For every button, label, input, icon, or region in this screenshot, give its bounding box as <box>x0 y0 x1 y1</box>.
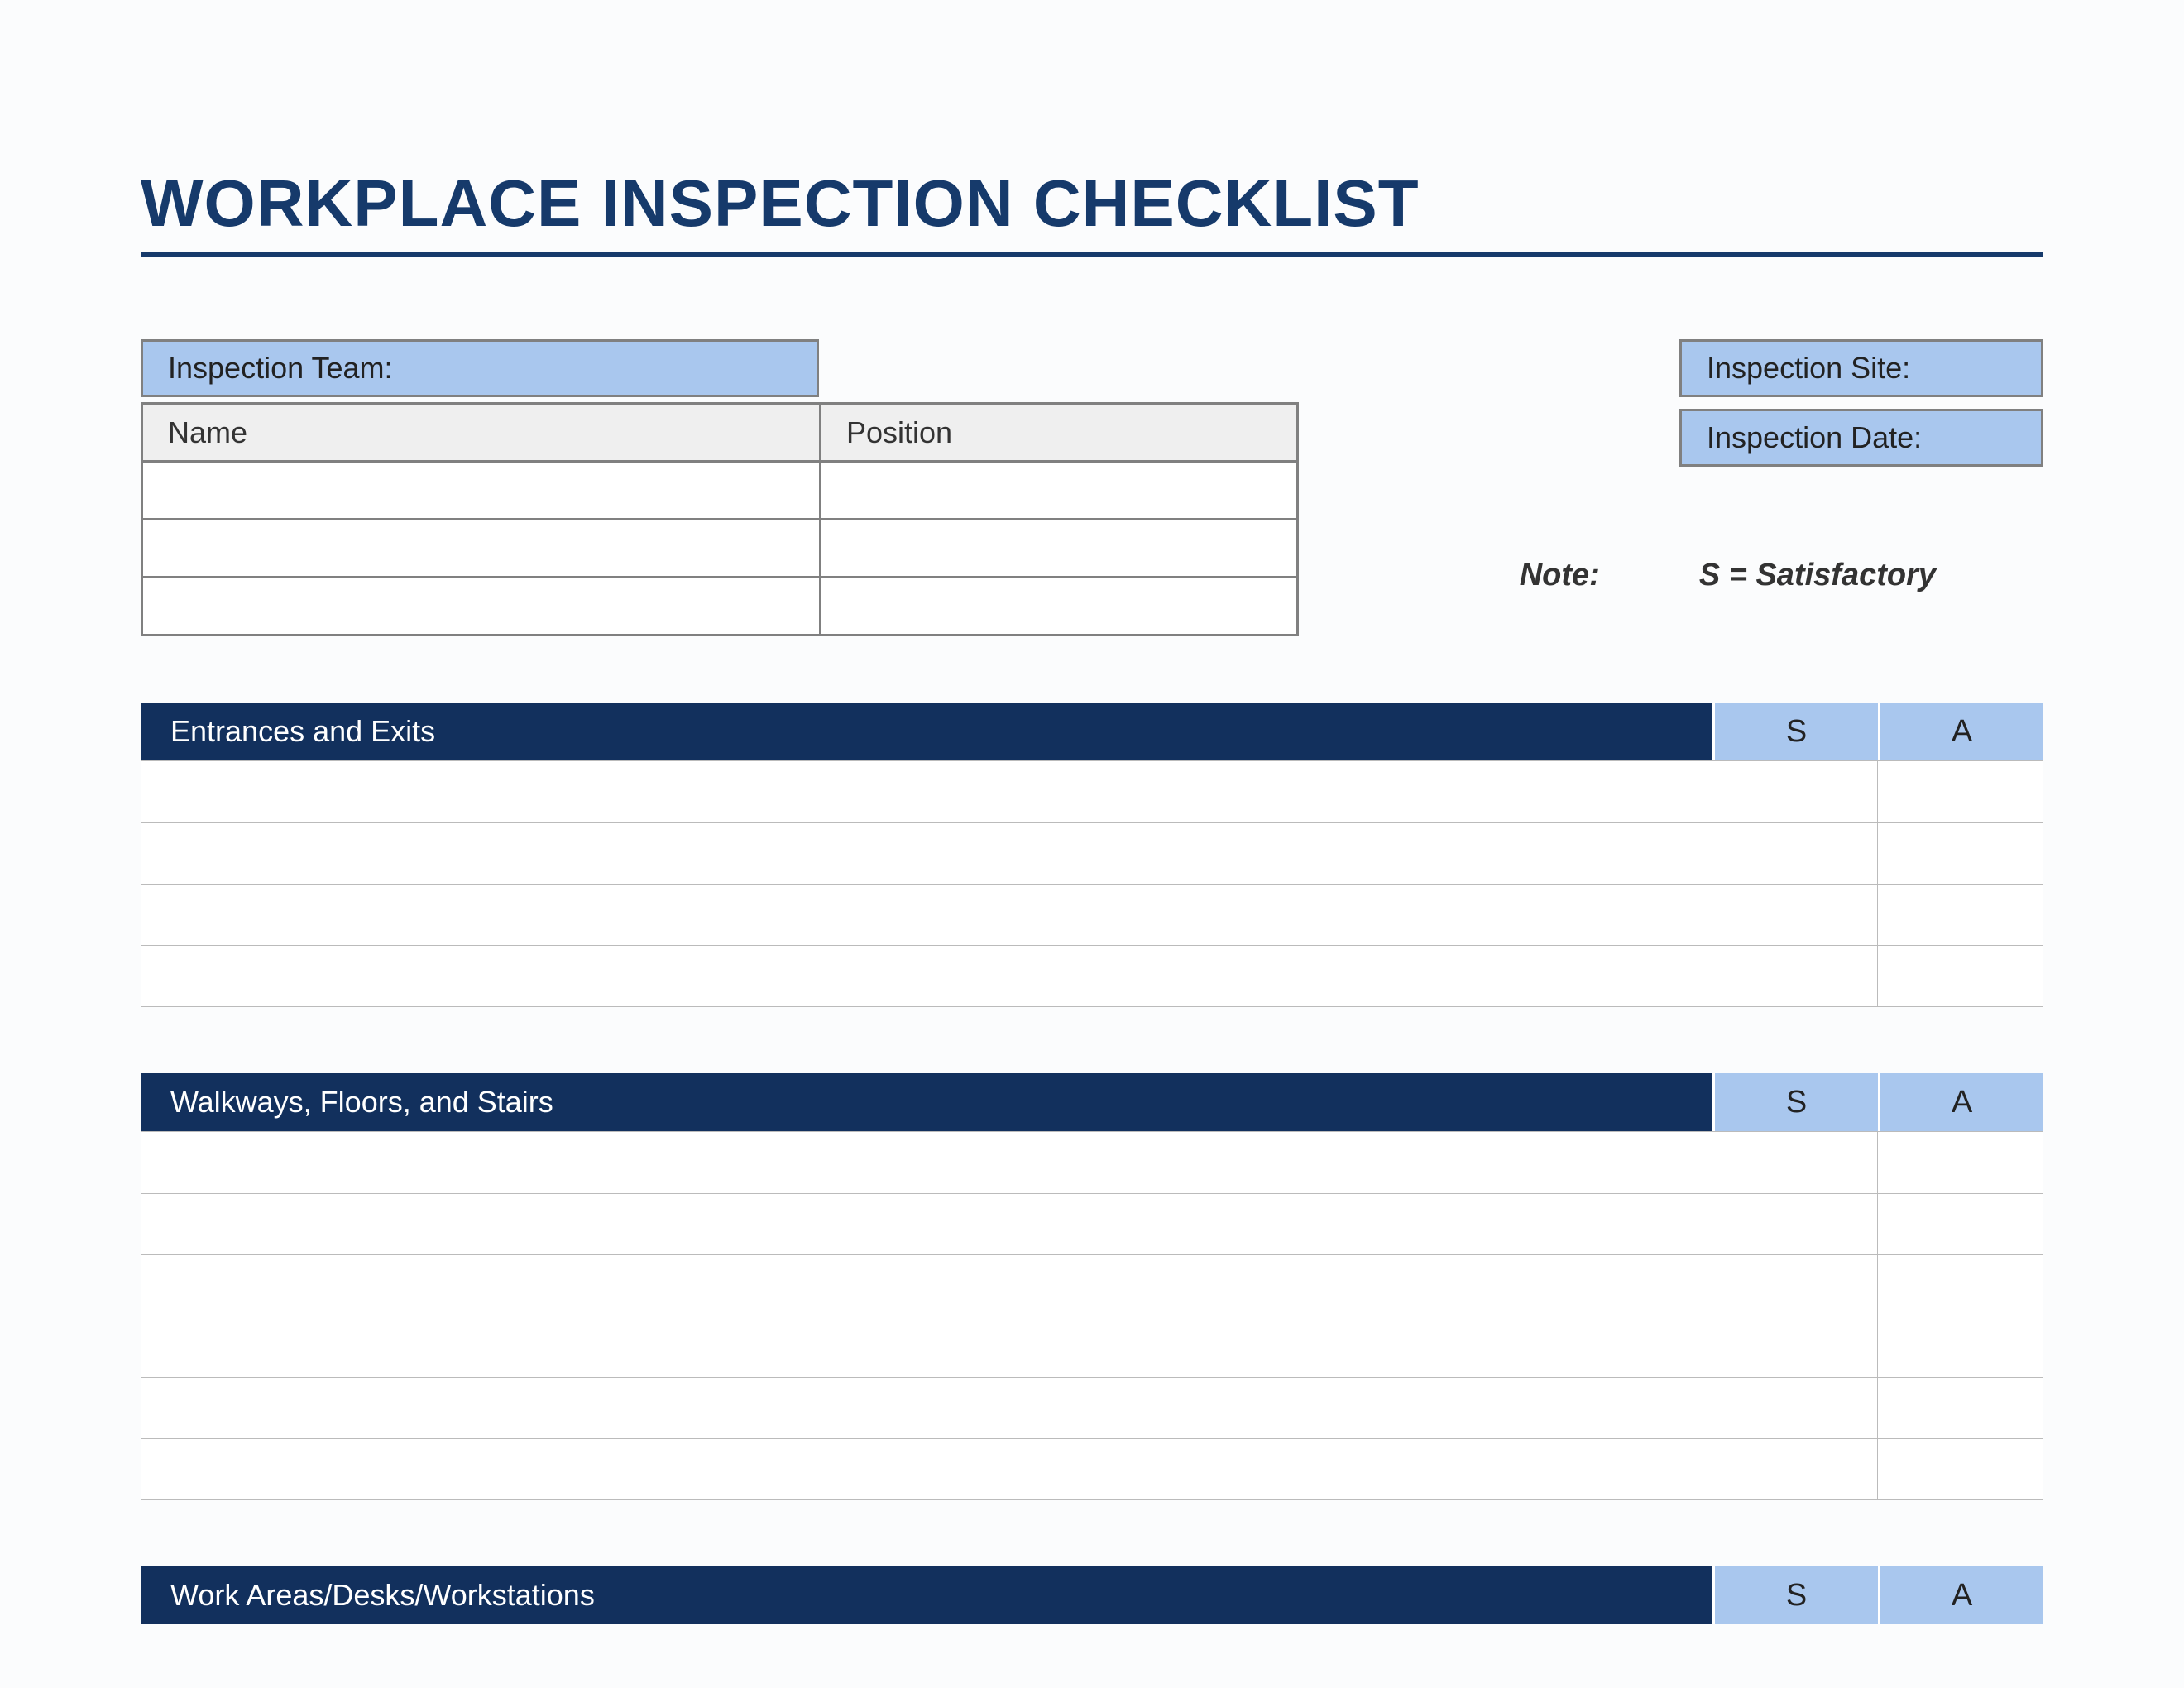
col-s: S <box>1712 1073 1878 1131</box>
checklist-row[interactable] <box>141 1193 2043 1254</box>
inspection-team-label: Inspection Team: <box>141 339 819 397</box>
checklist-row[interactable] <box>141 1132 2043 1193</box>
section-body <box>141 1131 2043 1500</box>
col-a: A <box>1878 703 2043 760</box>
col-a: A <box>1878 1566 2043 1624</box>
note-label: Note: <box>1520 558 1600 593</box>
table-row[interactable] <box>142 520 1298 578</box>
section: Entrances and Exits S A <box>141 703 2043 1007</box>
checklist-row[interactable] <box>141 884 2043 945</box>
checklist-row[interactable] <box>141 945 2043 1006</box>
checklist-row[interactable] <box>141 1316 2043 1377</box>
checklist-row[interactable] <box>141 822 2043 884</box>
checklist-row[interactable] <box>141 761 2043 822</box>
team-table: Name Position <box>141 402 1299 636</box>
inspection-site-label: Inspection Site: <box>1679 339 2043 397</box>
section: Walkways, Floors, and Stairs S A <box>141 1073 2043 1500</box>
col-s: S <box>1712 1566 1878 1624</box>
section-title: Walkways, Floors, and Stairs <box>141 1073 1712 1131</box>
checklist-row[interactable] <box>141 1254 2043 1316</box>
section-title: Work Areas/Desks/Workstations <box>141 1566 1712 1624</box>
position-header: Position <box>821 404 1298 462</box>
note-row: Note: S = Satisfactory <box>1456 558 2043 593</box>
section-body <box>141 760 2043 1007</box>
info-area: Inspection Team: Name Position Inspectio… <box>141 339 2043 636</box>
page-title: WORKPLACE INSPECTION CHECKLIST <box>141 165 2043 257</box>
col-a: A <box>1878 1073 2043 1131</box>
section-title: Entrances and Exits <box>141 703 1712 760</box>
col-s: S <box>1712 703 1878 760</box>
checklist-row[interactable] <box>141 1438 2043 1499</box>
note-value: S = Satisfactory <box>1699 558 1936 593</box>
checklist-row[interactable] <box>141 1377 2043 1438</box>
table-row[interactable] <box>142 462 1298 520</box>
name-header: Name <box>142 404 821 462</box>
inspection-date-label: Inspection Date: <box>1679 409 2043 467</box>
section: Work Areas/Desks/Workstations S A <box>141 1566 2043 1624</box>
table-row[interactable] <box>142 578 1298 635</box>
